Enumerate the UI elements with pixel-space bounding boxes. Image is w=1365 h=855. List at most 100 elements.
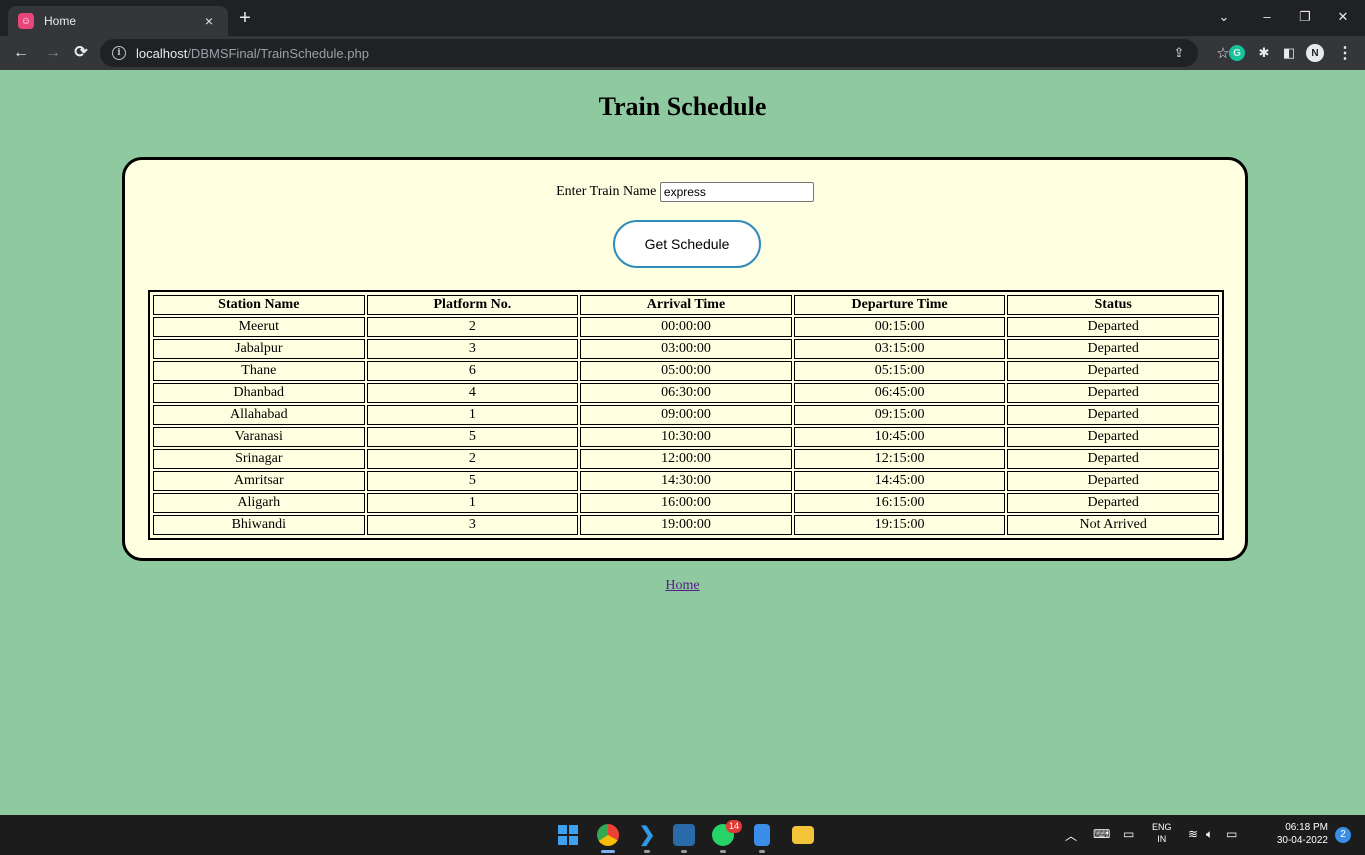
table-row: Allahabad 1 09:00:00 09:15:00 Departed — [153, 405, 1219, 425]
file-explorer-app-icon[interactable] — [792, 826, 814, 844]
touch-keyboard-icon[interactable]: ⌨ — [1093, 827, 1110, 841]
column-header: Departure Time — [793, 295, 1006, 315]
table-cell: 06:30:00 — [580, 383, 792, 403]
show-hidden-icons-chevron-icon[interactable]: ︿ — [1065, 827, 1077, 844]
home-link-container: Home — [0, 578, 1365, 594]
tab-close-icon[interactable]: × — [200, 13, 218, 29]
table-cell: Jabalpur — [153, 339, 365, 359]
tab-search-icon[interactable]: ⌄ — [1210, 6, 1238, 28]
windows-start-icon[interactable] — [557, 824, 579, 846]
vscode-running-indicator — [644, 850, 650, 853]
browser-tab-strip: ☺ Home × + ⌄ – ❐ ✕ — [0, 0, 1365, 36]
table-cell: Meerut — [153, 317, 365, 337]
new-tab-button[interactable]: + — [234, 8, 256, 30]
table-row: Srinagar 2 12:00:00 12:15:00 Departed — [153, 449, 1219, 469]
table-cell: 14:45:00 — [793, 471, 1006, 491]
chrome-app-icon[interactable] — [597, 824, 619, 846]
restore-button[interactable]: ❐ — [1291, 6, 1319, 28]
table-cell: Thane — [153, 361, 365, 381]
table-cell: 5 — [366, 427, 579, 447]
table-cell: Dhanbad — [153, 383, 365, 403]
region-code: IN — [1157, 834, 1167, 844]
table-cell: Departed — [1007, 361, 1219, 381]
tab-title: Home — [44, 14, 77, 28]
language-indicator[interactable]: ENG IN — [1152, 821, 1172, 845]
forward-arrow-icon[interactable]: → — [42, 41, 64, 65]
window-close-button[interactable]: ✕ — [1329, 6, 1357, 28]
reload-icon[interactable]: ⟳ — [70, 41, 92, 65]
table-cell: 14:30:00 — [580, 471, 792, 491]
table-cell: 19:00:00 — [580, 515, 792, 535]
table-cell: 03:00:00 — [580, 339, 792, 359]
grammarly-extension-icon[interactable]: G — [1229, 45, 1245, 61]
task-view-icon[interactable]: ▭ — [1123, 827, 1134, 841]
table-row: Varanasi 5 10:30:00 10:45:00 Departed — [153, 427, 1219, 447]
address-bar[interactable]: i localhost/DBMSFinal/TrainSchedule.php — [100, 39, 1198, 67]
mysql-workbench-app-icon[interactable] — [673, 824, 695, 846]
column-header: Arrival Time — [580, 295, 792, 315]
table-cell: 09:00:00 — [580, 405, 792, 425]
table-cell: 00:15:00 — [793, 317, 1006, 337]
clock-date: 30-04-2022 — [1276, 835, 1328, 846]
table-cell: Bhiwandi — [153, 515, 365, 535]
table-cell: 3 — [366, 515, 579, 535]
train-name-label: Enter Train Name — [556, 184, 657, 200]
table-cell: Allahabad — [153, 405, 365, 425]
table-row: Thane 6 05:00:00 05:15:00 Departed — [153, 361, 1219, 381]
browser-tab[interactable]: ☺ Home × — [8, 6, 228, 36]
table-cell: 10:30:00 — [580, 427, 792, 447]
menu-kebab-icon[interactable]: ⋮ — [1336, 44, 1354, 62]
table-cell: 1 — [366, 405, 579, 425]
table-cell: Departed — [1007, 449, 1219, 469]
table-cell: Departed — [1007, 471, 1219, 491]
schedule-table: Station Name Platform No. Arrival Time D… — [151, 293, 1221, 537]
back-arrow-icon[interactable]: ← — [10, 41, 32, 65]
table-cell: 2 — [366, 449, 579, 469]
home-link[interactable]: Home — [665, 578, 699, 593]
table-cell: Departed — [1007, 339, 1219, 359]
site-info-icon[interactable]: i — [112, 46, 126, 60]
volume-icon[interactable]: 🔈︎ — [1206, 827, 1213, 842]
vscode-app-icon[interactable]: ❯ — [636, 824, 658, 846]
schedule-table-frame: Station Name Platform No. Arrival Time D… — [148, 290, 1224, 540]
column-header: Station Name — [153, 295, 365, 315]
browser-toolbar: ← → ⟳ i localhost/DBMSFinal/TrainSchedul… — [0, 36, 1365, 70]
get-schedule-button[interactable]: Get Schedule — [613, 220, 761, 268]
table-cell: Aligarh — [153, 493, 365, 513]
wifi-icon[interactable]: ≋ — [1188, 827, 1198, 841]
whatsapp-running-indicator — [720, 850, 726, 853]
table-cell: 6 — [366, 361, 579, 381]
column-header: Platform No. — [366, 295, 579, 315]
table-row: Amritsar 5 14:30:00 14:45:00 Departed — [153, 471, 1219, 491]
tab-favicon-icon: ☺ — [18, 13, 34, 29]
table-cell: Departed — [1007, 493, 1219, 513]
table-cell: 05:15:00 — [793, 361, 1006, 381]
profile-avatar-icon[interactable]: N — [1306, 44, 1324, 62]
notification-count-badge[interactable]: 2 — [1335, 827, 1351, 843]
clock[interactable]: 06:18 PM 30-04-2022 — [1272, 821, 1328, 847]
table-cell: 4 — [366, 383, 579, 403]
share-icon[interactable]: ⇪ — [1170, 44, 1188, 62]
table-row: Meerut 2 00:00:00 00:15:00 Departed — [153, 317, 1219, 337]
side-panel-icon[interactable]: ◧ — [1280, 44, 1298, 62]
table-cell: 12:15:00 — [793, 449, 1006, 469]
train-name-input[interactable] — [659, 182, 814, 202]
table-cell: 09:15:00 — [793, 405, 1006, 425]
table-cell: 16:15:00 — [793, 493, 1006, 513]
table-cell: Srinagar — [153, 449, 365, 469]
extensions-puzzle-icon[interactable]: ✱ — [1255, 44, 1273, 62]
clock-time: 06:18 PM — [1285, 822, 1328, 833]
notepad-app-icon[interactable] — [754, 824, 770, 846]
table-cell: 06:45:00 — [793, 383, 1006, 403]
minimize-button[interactable]: – — [1253, 6, 1281, 28]
train-search-form: Enter Train Name — [125, 182, 1245, 202]
table-cell: 16:00:00 — [580, 493, 792, 513]
battery-icon[interactable]: ▭ — [1226, 827, 1237, 841]
table-cell: Amritsar — [153, 471, 365, 491]
language-code: ENG — [1152, 822, 1172, 832]
table-cell: 05:00:00 — [580, 361, 792, 381]
table-cell: Not Arrived — [1007, 515, 1219, 535]
chrome-active-indicator — [601, 850, 615, 853]
table-cell: Departed — [1007, 383, 1219, 403]
table-cell: Departed — [1007, 405, 1219, 425]
